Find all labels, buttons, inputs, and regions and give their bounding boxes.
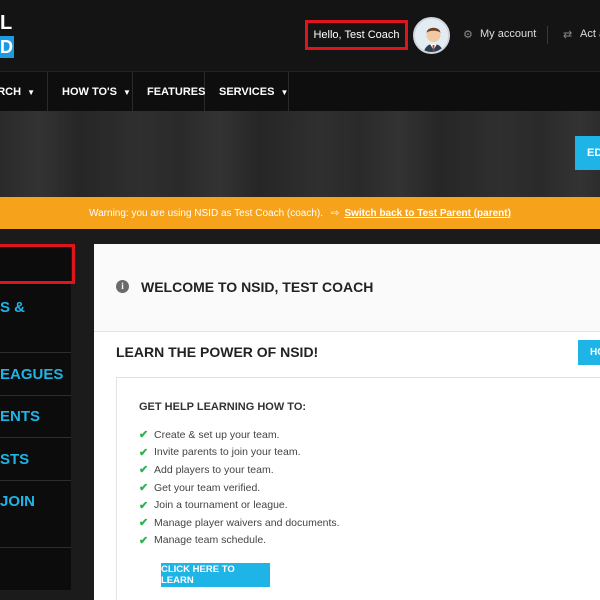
learn-title: LEARN THE POWER OF NSID! <box>116 344 319 360</box>
click-here-to-learn-button[interactable]: CLICK HERE TO LEARN <box>161 563 270 587</box>
sidebar-item-teams[interactable]: S & <box>0 299 71 317</box>
nav-item-search[interactable]: ARCH ▼ <box>0 72 48 112</box>
sidebar-divider <box>0 547 71 548</box>
my-account-link[interactable]: My account <box>480 28 536 40</box>
list-item-text: Create & set up your team. <box>154 428 280 441</box>
chevron-down-icon: ▼ <box>27 87 35 97</box>
sidebar-item-tournaments[interactable]: ENTS <box>0 408 71 426</box>
act-as-link[interactable]: Act a <box>580 28 600 40</box>
help-list: ✔ Create & set up your team. ✔ Invite pare… <box>139 426 340 549</box>
site-logo[interactable]: L D <box>0 12 14 60</box>
check-icon: ✔ <box>139 446 149 459</box>
check-icon: ✔ <box>139 464 149 477</box>
impersonation-warning: Warning: you are using NSID as Test Coac… <box>0 197 600 229</box>
info-icon: i <box>116 280 129 293</box>
list-item: ✔ Join a tournament or league. <box>139 496 340 514</box>
list-item: ✔ Invite parents to join your team. <box>139 444 340 462</box>
sidebar-divider <box>0 395 71 396</box>
list-item-text: Invite parents to join your team. <box>154 446 301 459</box>
sidebar-divider <box>0 480 71 481</box>
list-item-text: Add players to your team. <box>154 463 274 476</box>
greeting-text: Hello, Test Coach <box>313 29 400 41</box>
warning-text: Warning: you are using NSID as Test Coac… <box>89 207 324 219</box>
nav-item-how-tos[interactable]: HOW TO'S ▼ <box>48 72 133 112</box>
nav-label: SERVICES <box>219 86 275 98</box>
list-item-text: Manage team schedule. <box>154 534 267 547</box>
top-header: L D Hello, Test Coach ⚙ My account ⇄ Act… <box>0 0 600 71</box>
sidebar-divider <box>0 437 71 438</box>
check-icon: ✔ <box>139 429 149 442</box>
sidebar-item-tryouts[interactable]: STS <box>0 451 71 469</box>
avatar-image <box>415 19 448 52</box>
swap-icon: ⇄ <box>563 29 573 41</box>
check-icon: ✔ <box>139 482 149 495</box>
list-item-text: Manage player waivers and documents. <box>154 516 340 529</box>
list-item: ✔ Add players to your team. <box>139 461 340 479</box>
sidebar-item-join[interactable]: JOIN <box>0 493 71 511</box>
sidebar-item-leagues[interactable]: EAGUES <box>0 366 71 384</box>
hero-banner <box>0 111 600 197</box>
list-item: ✔ Manage team schedule. <box>139 532 340 550</box>
check-icon: ✔ <box>139 499 149 512</box>
check-icon: ✔ <box>139 517 149 530</box>
edit-button[interactable]: ED <box>575 136 600 170</box>
nav-label: ARCH <box>0 86 22 98</box>
help-box: GET HELP LEARNING HOW TO: ✔ Create & set … <box>116 377 600 600</box>
how-to-button[interactable]: HO <box>578 340 600 365</box>
sidebar-divider <box>0 352 71 353</box>
switch-user-icon: ⇨ <box>331 207 340 219</box>
welcome-title: WELCOME TO NSID, TEST COACH <box>141 279 374 295</box>
list-item: ✔ Manage player waivers and documents. <box>139 514 340 532</box>
welcome-header: i WELCOME TO NSID, TEST COACH <box>94 244 600 332</box>
gear-icon: ⚙ <box>463 29 473 41</box>
list-item: ✔ Get your team verified. <box>139 479 340 497</box>
list-item: ✔ Create & set up your team. <box>139 426 340 444</box>
logo-line-2: D <box>0 36 14 58</box>
list-item-text: Get your team verified. <box>154 481 261 494</box>
header-divider <box>547 26 548 44</box>
chevron-down-icon: ▼ <box>280 87 289 97</box>
nav-item-services[interactable]: SERVICES ▼ <box>205 72 289 112</box>
sidebar-item-highlighted[interactable] <box>0 244 75 284</box>
switch-back-link[interactable]: Switch back to Test Parent (parent) <box>344 208 511 219</box>
nav-item-features[interactable]: FEATURES <box>133 72 205 112</box>
check-icon: ✔ <box>139 534 149 547</box>
avatar[interactable] <box>413 17 450 54</box>
chevron-down-icon: ▼ <box>122 87 131 97</box>
sidebar: S & EAGUES ENTS STS JOIN <box>0 244 75 590</box>
help-title: GET HELP LEARNING HOW TO: <box>139 401 307 413</box>
logo-line-1: L <box>0 12 12 34</box>
main-nav: ARCH ▼ HOW TO'S ▼ FEATURES SERVICES ▼ <box>0 71 600 112</box>
nav-label: FEATURES <box>147 86 206 98</box>
user-greeting[interactable]: Hello, Test Coach <box>305 20 408 50</box>
list-item-text: Join a tournament or league. <box>154 499 288 512</box>
main-panel: i WELCOME TO NSID, TEST COACH LEARN THE … <box>94 244 600 600</box>
nav-label: HOW TO'S <box>62 86 117 98</box>
